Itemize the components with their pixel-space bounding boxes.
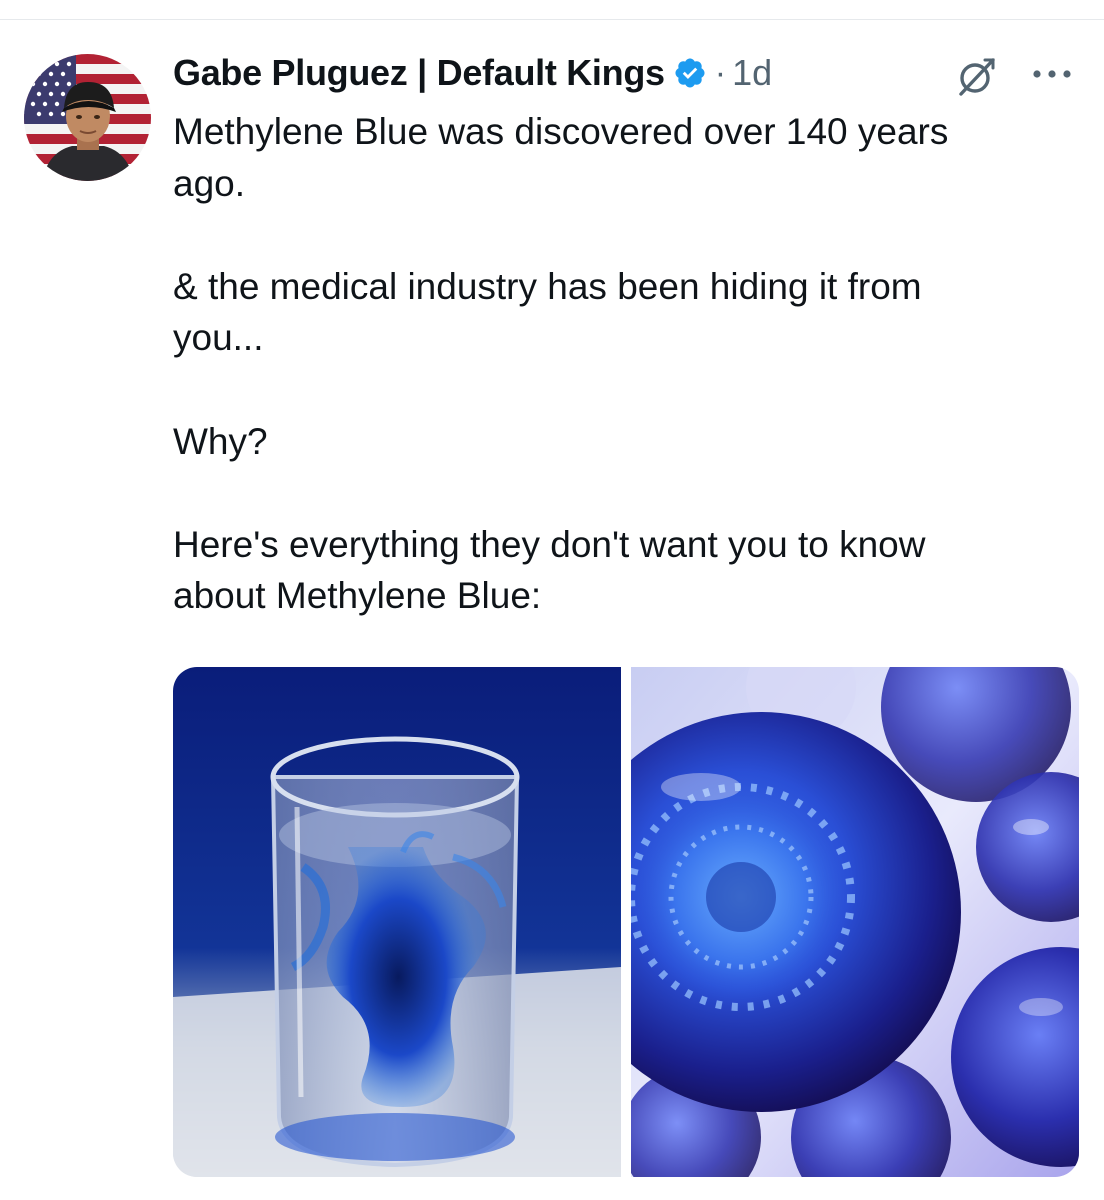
tweet-line: ago. [173, 162, 246, 204]
tweet-line: you... [173, 317, 264, 359]
grok-icon[interactable] [955, 54, 999, 98]
media-gap [621, 667, 631, 1177]
verified-badge-icon[interactable] [673, 56, 707, 90]
meta-separator: · [714, 53, 727, 92]
tweet-header: Gabe Pluguez | Default Kings · 1d [173, 50, 772, 96]
tweet-line: Here's everything they don't want you to… [173, 523, 926, 565]
top-divider [0, 19, 1104, 20]
tweet-line: & the medical industry has been hiding i… [173, 265, 922, 307]
media-image-cells[interactable] [631, 667, 1079, 1177]
media-grid [173, 667, 1079, 1177]
tweet-line: about Methylene Blue: [173, 575, 542, 617]
tweet-text: Methylene Blue was discovered over 140 y… [173, 106, 1073, 622]
tweet-line: Why? [173, 420, 268, 462]
author-avatar[interactable] [24, 54, 151, 181]
glass-of-water-with-blue-dye-photo [173, 667, 621, 1177]
media-image-glass[interactable] [173, 667, 621, 1177]
tweet-line: Methylene Blue was discovered over 140 y… [173, 111, 949, 152]
blue-cells-microscopy-photo [631, 667, 1079, 1177]
timestamp[interactable]: 1d [732, 52, 772, 94]
more-options-icon[interactable] [1027, 62, 1077, 86]
author-name[interactable]: Gabe Pluguez | Default Kings [173, 52, 665, 94]
avatar-flag-portrait [24, 54, 151, 181]
